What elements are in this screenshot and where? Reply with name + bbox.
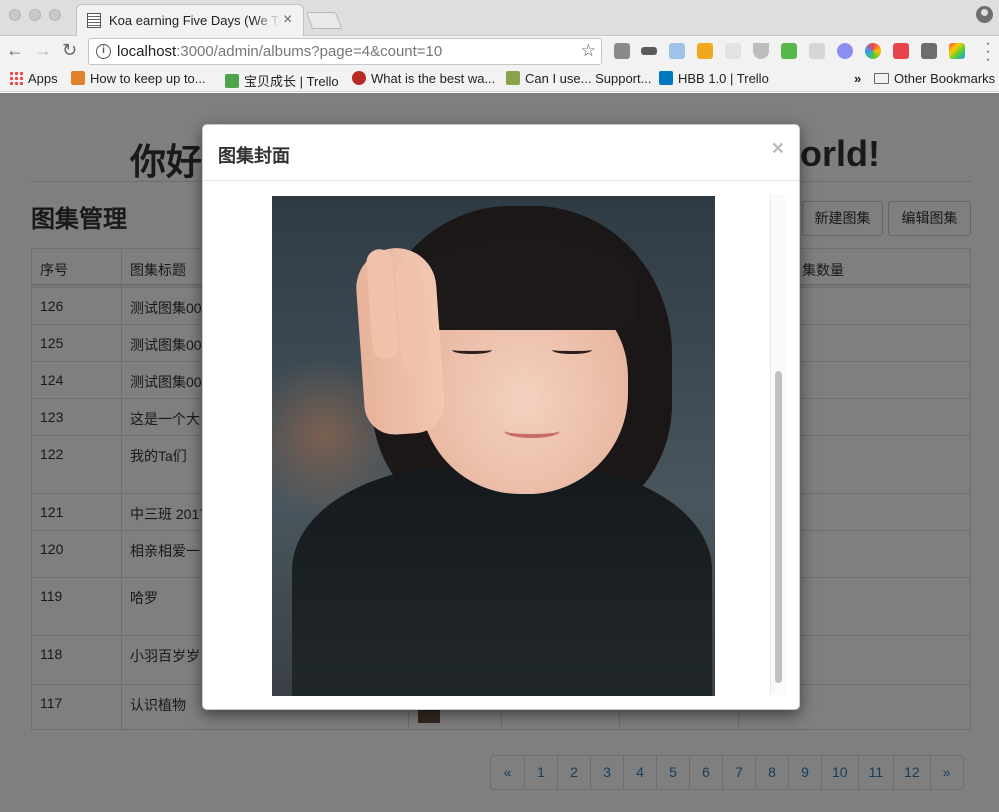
address-url[interactable]: localhost:3000/admin/albums?page=4&count… [117,43,442,60]
trello-icon [659,71,673,85]
bookmarks-overflow-button[interactable]: » [854,71,861,86]
modal-close-icon[interactable]: × [772,137,784,161]
bookmark-label: 宝贝成长 | Trello [244,74,339,89]
photo-mouth [504,424,560,438]
other-bookmarks-label: Other Bookmarks [894,71,996,86]
tab-title: Koa earning Five Days (We The [109,13,281,28]
photo-eye [552,346,592,354]
bookmark-item-2[interactable]: 宝贝成长 | Trello [225,71,339,90]
browser-tab-active[interactable]: Koa earning Five Days (We The × [76,4,304,37]
back-arrow-icon[interactable]: ← [6,40,24,61]
photo-finger [394,260,429,372]
other-bookmarks-folder[interactable]: Other Bookmarks [874,71,995,86]
bookmark-favicon-icon [225,74,239,88]
browser-tab-strip: Koa earning Five Days (We The × [0,0,999,37]
quora-icon [352,71,366,85]
photo-finger [365,248,400,360]
bookmark-item-4[interactable]: Can I use... Support... [506,71,651,86]
modal-title: 图集封面 [218,146,290,166]
zoom-window-button[interactable] [49,9,61,21]
bookmark-apps[interactable]: Apps [9,71,58,86]
url-path: :3000/admin/albums?page=4&count=10 [176,43,443,60]
extension-icon-8[interactable] [809,43,825,59]
close-window-button[interactable] [9,9,21,21]
extension-icon-10[interactable] [865,43,881,59]
extension-icon-3[interactable] [669,43,685,59]
bookmark-label: Can I use... Support... [525,71,652,86]
modal-header: 图集封面 × [203,125,799,181]
album-cover-image [272,196,715,696]
forward-arrow-icon[interactable]: → [34,40,52,61]
bookmark-label: What is the best wa... [371,71,496,86]
browser-toolbar: ← → ↻ i localhost:3000/admin/albums?page… [0,36,999,68]
bookmark-favicon-icon [506,71,520,85]
minimize-window-button[interactable] [29,9,41,21]
bookmark-apps-label: Apps [28,71,58,86]
bookmark-favicon-icon [71,71,85,85]
reload-icon[interactable]: ↻ [62,40,77,61]
photo-eye [452,346,492,354]
modal-scrollbar-thumb[interactable] [775,371,782,683]
profile-avatar-icon[interactable] [976,6,993,23]
bookmark-item-3[interactable]: What is the best wa... [352,71,495,86]
address-bar[interactable]: i localhost:3000/admin/albums?page=4&cou… [88,38,602,65]
bookmarks-bar: Apps How to keep up to... 宝贝成长 | Trello … [0,67,999,92]
site-info-icon[interactable]: i [96,44,111,59]
bookmark-item-5[interactable]: HBB 1.0 | Trello [659,71,769,86]
photo-clothing [292,466,712,696]
modal-scrollbar[interactable] [770,194,785,695]
url-host: localhost [117,43,177,60]
extension-icon-11[interactable] [893,43,909,59]
bookmark-item-1[interactable]: How to keep up to... [71,71,206,86]
cover-modal: 图集封面 × [202,124,800,710]
extension-icon-4[interactable] [697,43,713,59]
extension-icon-6[interactable] [753,43,769,59]
page-favicon-icon [87,13,101,28]
extension-icon-9[interactable] [837,43,853,59]
cors-extension-icon[interactable] [781,43,797,59]
browser-menu-icon[interactable]: · · · [985,36,991,68]
extension-icon-2[interactable] [641,47,657,55]
photo-bangs [412,238,636,330]
photo-hand [353,245,447,437]
apps-grid-icon [9,71,23,85]
bookmark-label: HBB 1.0 | Trello [678,71,769,86]
folder-icon [874,73,889,84]
new-tab-button[interactable] [305,12,343,29]
modal-body [203,182,799,709]
tab-close-icon[interactable]: × [283,11,292,29]
bookmark-star-icon[interactable]: ☆ [581,41,596,61]
extension-icon-12[interactable] [921,43,937,59]
extension-icon-5[interactable] [725,43,741,59]
extension-icon-1[interactable] [614,43,630,59]
bookmark-label: How to keep up to... [90,71,206,86]
extension-icon-13[interactable] [949,43,965,59]
